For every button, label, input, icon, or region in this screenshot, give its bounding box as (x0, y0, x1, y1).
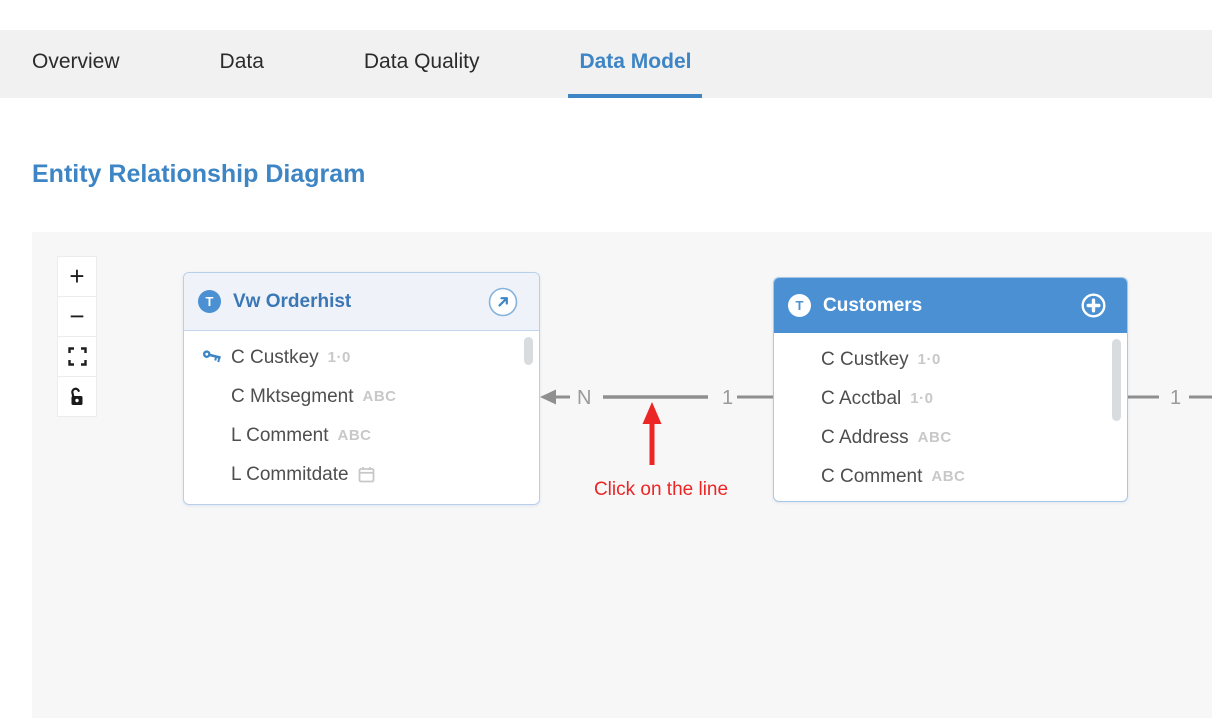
field-row[interactable]: C Custkey 1·0 (184, 338, 539, 377)
minus-icon: − (69, 301, 85, 331)
relationship-line[interactable] (540, 389, 773, 405)
tab-overview[interactable]: Overview (21, 30, 131, 98)
tab-bar: Overview Data Data Quality Data Model (0, 30, 1212, 98)
entity-field-list: C Custkey 1·0 C Acctbal 1·0 C Address AB… (774, 333, 1127, 496)
cardinality-label-1: 1 (722, 387, 734, 409)
field-row[interactable]: C Acctbal 1·0 (774, 379, 1127, 418)
fullscreen-icon (67, 347, 87, 366)
unlock-icon (71, 387, 83, 405)
field-row[interactable]: C Comment ABC (774, 457, 1127, 496)
field-name: C Custkey (231, 346, 319, 368)
entity-title: Customers (823, 294, 923, 316)
text-type-icon: ABC (917, 429, 952, 446)
relationship-arrowhead-icon (540, 389, 556, 405)
text-type-icon: ABC (337, 427, 372, 444)
scrollbar-thumb[interactable] (1112, 339, 1121, 421)
tab-data-quality[interactable]: Data Quality (353, 30, 491, 98)
erd-canvas[interactable]: N 1 1 Click on the line + − T Vw Orderhi (32, 232, 1212, 718)
open-table-button[interactable] (488, 287, 518, 317)
plus-circle-icon (1081, 293, 1106, 318)
number-type-icon: 1·0 (910, 390, 934, 407)
table-type-icon: T (198, 290, 221, 313)
annotation-text: Click on the line (593, 479, 729, 500)
field-name: L Comment (231, 424, 329, 446)
field-name: C Custkey (821, 348, 909, 370)
annotation-arrow-icon (642, 402, 662, 465)
field-row[interactable]: L Commitdate (184, 455, 539, 494)
entity-title: Vw Orderhist (233, 290, 352, 312)
plus-icon: + (69, 261, 85, 291)
number-type-icon: 1·0 (327, 349, 351, 366)
field-name: C Address (821, 426, 909, 448)
number-type-icon: 1·0 (917, 351, 941, 368)
page-title: Entity Relationship Diagram (32, 160, 366, 188)
field-name: C Acctbal (821, 387, 902, 409)
diagram-toolbar: + − (57, 256, 97, 417)
zoom-in-button[interactable]: + (57, 256, 97, 297)
entity-field-list: C Custkey 1·0 C Mktsegment ABC L Comment… (184, 331, 539, 494)
tab-data-model[interactable]: Data Model (568, 30, 703, 98)
field-row[interactable]: C Custkey 1·0 (774, 340, 1127, 379)
tab-data[interactable]: Data (209, 30, 275, 98)
field-name: C Mktsegment (231, 385, 354, 407)
zoom-out-button[interactable]: − (57, 296, 97, 337)
lock-toggle-button[interactable] (57, 376, 97, 417)
cardinality-label-outer-1: 1 (1170, 387, 1182, 409)
entity-header: T Vw Orderhist (184, 273, 539, 331)
entity-header: T Customers (774, 278, 1127, 333)
entity-card-customers[interactable]: T Customers C Custkey 1·0 C Acctbal 1·0 … (773, 277, 1128, 502)
field-row[interactable]: C Mktsegment ABC (184, 377, 539, 416)
open-external-icon (488, 287, 518, 316)
table-type-icon: T (788, 294, 811, 317)
field-row[interactable]: C Address ABC (774, 418, 1127, 457)
date-type-icon (358, 466, 375, 483)
text-type-icon: ABC (931, 468, 966, 485)
text-type-icon: ABC (362, 388, 397, 405)
entity-card-vw-orderhist[interactable]: T Vw Orderhist C Custkey 1·0 C Mktsegmen… (183, 272, 540, 505)
field-name: L Commitdate (231, 463, 349, 485)
primary-key-icon (202, 350, 221, 363)
field-row[interactable]: L Comment ABC (184, 416, 539, 455)
cardinality-label-n: N (577, 387, 592, 409)
fit-screen-button[interactable] (57, 336, 97, 377)
field-name: C Comment (821, 465, 923, 487)
add-relation-button[interactable] (1081, 293, 1106, 318)
scrollbar-thumb[interactable] (524, 337, 533, 365)
